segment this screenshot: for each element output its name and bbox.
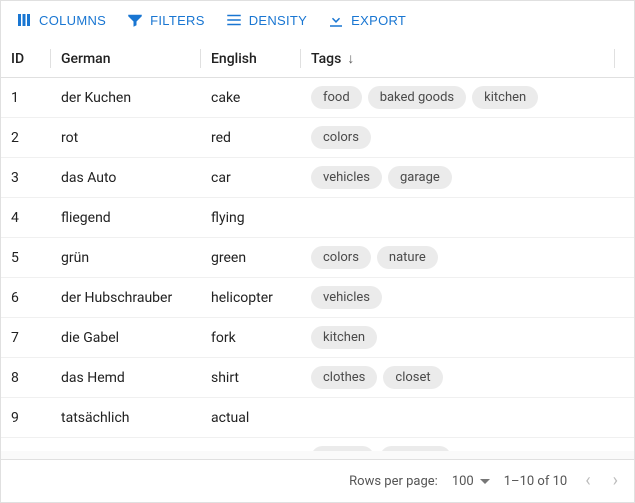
export-button[interactable]: EXPORT <box>321 7 412 33</box>
cell-english: actual <box>201 404 301 432</box>
cell-english: green <box>201 244 301 272</box>
grid-toolbar: COLUMNS FILTERS DENSITY EXPORT <box>1 1 634 40</box>
header-id[interactable]: ID <box>1 40 51 77</box>
cell-german: der Bus <box>51 444 201 452</box>
header-id-label: ID <box>11 51 24 67</box>
cell-english: flying <box>201 204 301 232</box>
grid-body[interactable]: 1der Kuchencake food baked goods kitchen 2ro… <box>1 78 634 451</box>
cell-tags <box>301 212 634 224</box>
density-label: DENSITY <box>249 13 307 28</box>
page-size-select[interactable]: 100 <box>452 474 490 489</box>
tag-chip[interactable]: colors <box>311 246 371 269</box>
tag-chip[interactable]: kitchen <box>311 326 377 349</box>
columns-button[interactable]: COLUMNS <box>9 7 112 33</box>
columns-icon <box>15 11 33 29</box>
rows-per-page-label: Rows per page: <box>349 474 438 489</box>
data-grid: COLUMNS FILTERS DENSITY EXPORT ID German… <box>0 0 635 503</box>
cell-german: grün <box>51 244 201 272</box>
cell-german: das Hemd <box>51 364 201 392</box>
cell-id: 2 <box>1 124 51 152</box>
cell-id: 10 <box>1 444 51 452</box>
header-german-label: German <box>61 51 111 67</box>
cell-english: fork <box>201 324 301 352</box>
filters-label: FILTERS <box>150 13 205 28</box>
grid-footer: Rows per page: 100 1–10 of 10 ‹ › <box>1 459 634 502</box>
tag-chip[interactable]: kitchen <box>472 86 538 109</box>
cell-id: 8 <box>1 364 51 392</box>
tag-chip[interactable]: nature <box>377 246 438 269</box>
density-button[interactable]: DENSITY <box>219 7 313 33</box>
cell-english: red <box>201 124 301 152</box>
tag-chip[interactable]: vehicles <box>311 286 382 309</box>
cell-tags: colors <box>301 120 634 155</box>
table-row[interactable]: 6der Hubschrauberhelicopter vehicles <box>1 278 634 318</box>
cell-german: fliegend <box>51 204 201 232</box>
cell-id: 9 <box>1 404 51 432</box>
cell-tags: colors nature <box>301 240 634 275</box>
pagination-range: 1–10 of 10 <box>504 474 567 489</box>
cell-id: 7 <box>1 324 51 352</box>
header-english-label: English <box>211 51 257 67</box>
cell-tags: vehicles garage <box>301 160 634 195</box>
cell-english: cake <box>201 84 301 112</box>
table-row[interactable]: 10der Busbusschoolvehicles <box>1 438 634 451</box>
header-tags-label: Tags <box>311 51 341 67</box>
cell-english: helicopter <box>201 284 301 312</box>
filter-icon <box>126 11 144 29</box>
table-row[interactable]: 9tatsächlichactual <box>1 398 634 438</box>
cell-tags: schoolvehicles <box>301 440 634 451</box>
tag-chip[interactable]: closet <box>383 366 442 389</box>
header-english[interactable]: English <box>201 40 301 77</box>
prev-page-button[interactable]: ‹ <box>581 468 594 494</box>
cell-german: tatsächlich <box>51 404 201 432</box>
cell-german: der Kuchen <box>51 84 201 112</box>
table-row[interactable]: 7die Gabelfork kitchen <box>1 318 634 358</box>
cell-english: shirt <box>201 364 301 392</box>
cell-id: 1 <box>1 84 51 112</box>
cell-german: die Gabel <box>51 324 201 352</box>
cell-id: 5 <box>1 244 51 272</box>
table-row[interactable]: 2rotred colors <box>1 118 634 158</box>
export-label: EXPORT <box>351 13 406 28</box>
cell-german: der Hubschrauber <box>51 284 201 312</box>
tag-chip[interactable]: food <box>311 86 362 109</box>
table-row[interactable]: 1der Kuchencake food baked goods kitchen <box>1 78 634 118</box>
filters-button[interactable]: FILTERS <box>120 7 211 33</box>
header-tags[interactable]: Tags ↓ <box>301 40 614 77</box>
cell-tags: vehicles <box>301 280 634 315</box>
cell-english: car <box>201 164 301 192</box>
table-row[interactable]: 3das Autocar vehicles garage <box>1 158 634 198</box>
next-page-button[interactable]: › <box>609 468 622 494</box>
page-size-value: 100 <box>452 474 474 489</box>
tag-chip[interactable]: baked goods <box>368 86 466 109</box>
cell-tags <box>301 412 634 424</box>
cell-german: das Auto <box>51 164 201 192</box>
chevron-down-icon <box>480 479 490 484</box>
header-german[interactable]: German <box>51 40 201 77</box>
columns-label: COLUMNS <box>39 13 106 28</box>
tag-chip[interactable]: vehicles <box>311 166 382 189</box>
tag-chip[interactable]: clothes <box>311 366 377 389</box>
cell-id: 4 <box>1 204 51 232</box>
cell-english: bus <box>201 444 301 452</box>
cell-tags: food baked goods kitchen <box>301 80 634 115</box>
horizontal-scrollbar[interactable] <box>1 451 634 459</box>
cell-tags: kitchen <box>301 320 634 355</box>
cell-id: 3 <box>1 164 51 192</box>
download-icon <box>327 11 345 29</box>
tag-chip[interactable]: colors <box>311 126 371 149</box>
density-icon <box>225 11 243 29</box>
cell-id: 6 <box>1 284 51 312</box>
table-row[interactable]: 8das Hemdshirt clothes closet <box>1 358 634 398</box>
cell-german: rot <box>51 124 201 152</box>
sort-desc-icon: ↓ <box>347 50 354 67</box>
table-row[interactable]: 4fliegendflying <box>1 198 634 238</box>
tag-chip[interactable]: garage <box>388 166 452 189</box>
cell-tags: clothes closet <box>301 360 634 395</box>
header-tail <box>614 40 634 77</box>
column-headers: ID German English Tags ↓ <box>1 40 634 78</box>
table-row[interactable]: 5grüngreen colors nature <box>1 238 634 278</box>
